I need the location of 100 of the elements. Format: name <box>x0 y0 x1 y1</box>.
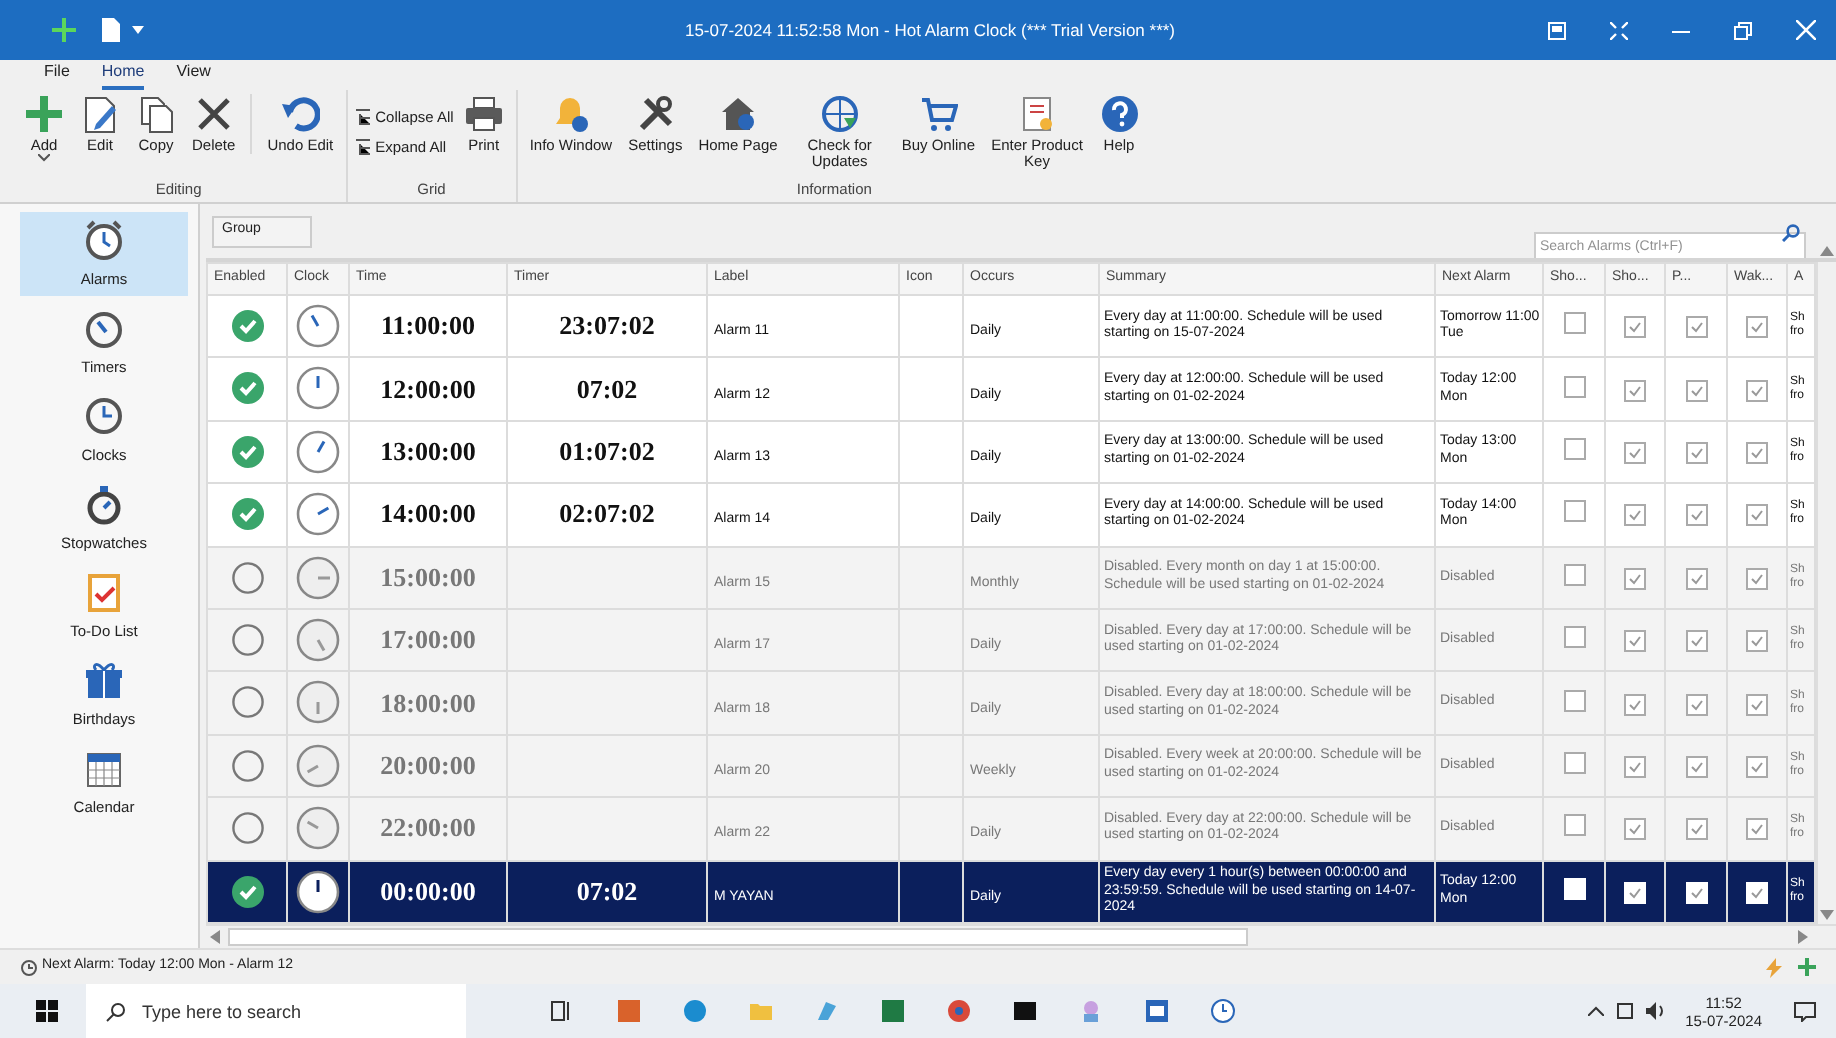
horizontal-scrollbar[interactable] <box>206 924 1836 948</box>
down-arrow-icon <box>1820 910 1834 920</box>
alarm-clock-icon <box>82 217 126 262</box>
copy-icon <box>136 94 176 134</box>
checkbox[interactable] <box>1685 504 1707 527</box>
checkbox[interactable] <box>1563 626 1585 649</box>
clock-icon <box>296 806 340 851</box>
caret-icon <box>38 154 50 162</box>
taskbar-search-field[interactable]: Type here to search <box>86 984 466 1038</box>
checkbox[interactable] <box>1624 379 1646 402</box>
expand-icon <box>353 138 372 157</box>
checkbox[interactable] <box>1563 563 1585 586</box>
windows-icon <box>36 1000 58 1022</box>
checkbox[interactable] <box>1624 316 1646 339</box>
close-icon <box>1796 20 1816 40</box>
checkbox[interactable] <box>1624 818 1646 841</box>
clock-icon <box>296 743 340 788</box>
checkbox[interactable] <box>1746 316 1768 339</box>
maximize-icon <box>1734 21 1752 39</box>
menu-tab[interactable]: View <box>176 60 211 90</box>
close-icon <box>193 94 234 134</box>
table-cell: 14:00:00 <box>380 498 476 529</box>
gift-icon <box>82 657 126 702</box>
restore-icon <box>1548 21 1566 39</box>
page-icon <box>100 18 120 42</box>
checkbox[interactable] <box>1563 437 1585 460</box>
scrollbar-thumb[interactable] <box>228 928 1248 946</box>
clock-icon <box>296 429 340 474</box>
fullscreen-icon <box>1610 21 1628 39</box>
browser-icon <box>946 998 972 1024</box>
folder-icon <box>748 998 774 1024</box>
house-globe-icon <box>718 94 759 134</box>
checkbox[interactable] <box>1685 693 1707 716</box>
checkbox[interactable] <box>1685 379 1707 402</box>
table-cell: 20:00:00 <box>380 749 476 780</box>
collapse-icon <box>353 108 372 127</box>
checkbox[interactable] <box>1746 818 1768 841</box>
checkbox[interactable] <box>1746 567 1768 590</box>
table-cell: 02:07:02 <box>559 498 655 529</box>
menu-tab[interactable]: File <box>44 60 70 90</box>
checkbox[interactable] <box>1624 755 1646 778</box>
checkbox[interactable] <box>1624 441 1646 464</box>
clock-icon <box>296 303 340 348</box>
up-arrow-icon <box>1820 246 1834 256</box>
checkbox[interactable] <box>1563 689 1585 712</box>
volume-icon <box>1645 1002 1666 1020</box>
checkbox[interactable] <box>1685 630 1707 653</box>
checkbox[interactable] <box>1746 379 1768 402</box>
checkbox[interactable] <box>1624 693 1646 716</box>
help-icon <box>1099 94 1140 134</box>
stopwatch-icon <box>82 481 126 526</box>
table-cell: 22:00:00 <box>380 812 476 843</box>
checkbox[interactable] <box>1746 630 1768 653</box>
table-cell: 18:00:00 <box>380 687 476 718</box>
left-arrow-icon <box>210 930 220 944</box>
pencil-page-icon <box>80 94 120 134</box>
checkbox[interactable] <box>1746 693 1768 716</box>
clock-icon <box>296 555 340 600</box>
caret-icon <box>132 26 144 34</box>
app-icon <box>814 998 840 1024</box>
table-cell: 17:00:00 <box>380 624 476 655</box>
right-arrow-icon <box>1798 930 1808 944</box>
checkbox[interactable] <box>1746 441 1768 464</box>
globe-icon <box>819 94 860 134</box>
checkbox[interactable] <box>1685 316 1707 339</box>
undo-icon <box>280 94 321 134</box>
checkbox[interactable] <box>1685 567 1707 590</box>
checkbox[interactable] <box>1563 751 1585 774</box>
checkbox[interactable] <box>1746 504 1768 527</box>
checkbox[interactable] <box>1624 504 1646 527</box>
clock-icon <box>1210 998 1236 1024</box>
plus-icon <box>24 94 64 134</box>
checkbox[interactable] <box>1624 630 1646 653</box>
checkbox[interactable] <box>1685 441 1707 464</box>
notification-icon <box>1794 1001 1816 1021</box>
checkbox[interactable] <box>1563 814 1585 837</box>
clock-icon <box>82 393 126 438</box>
checkbox[interactable] <box>1624 567 1646 590</box>
document-icon <box>1144 998 1170 1024</box>
table-cell: 15:00:00 <box>380 561 476 592</box>
clock-icon <box>296 869 340 914</box>
app-icon <box>616 998 642 1024</box>
table-cell: 23:07:02 <box>559 310 655 341</box>
checkbox[interactable] <box>1563 375 1585 398</box>
plus-icon <box>52 18 76 42</box>
checkbox[interactable] <box>1563 500 1585 523</box>
app-icon <box>1078 998 1104 1024</box>
cart-icon <box>918 94 959 134</box>
checkbox[interactable] <box>1746 755 1768 778</box>
checkbox[interactable] <box>1685 818 1707 841</box>
bell-icon <box>550 94 591 134</box>
menu-tab[interactable]: Home <box>101 60 145 90</box>
checkbox[interactable] <box>1685 755 1707 778</box>
table-cell: 01:07:02 <box>559 435 655 466</box>
table-cell: 07:02 <box>576 875 638 906</box>
checkbox[interactable] <box>1563 312 1585 335</box>
window-title: 15-07-2024 11:52:58 Mon - Hot Alarm Clock (*** Trial Version ***) <box>682 17 1178 43</box>
clipboard-icon <box>82 569 126 614</box>
terminal-icon <box>1012 998 1038 1024</box>
alarm-clock-icon <box>20 958 38 976</box>
